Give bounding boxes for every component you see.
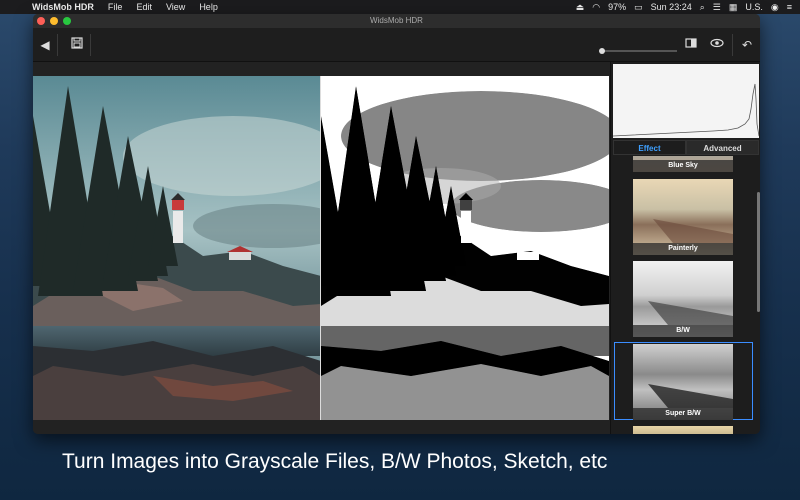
menu-help[interactable]: Help — [199, 2, 218, 12]
menu-view[interactable]: View — [166, 2, 185, 12]
toolbar-divider — [732, 34, 733, 56]
tab-effect[interactable]: Effect — [613, 140, 686, 155]
effect-super-bw[interactable]: Super B/W — [633, 344, 733, 420]
battery-percent[interactable]: 97% — [608, 2, 626, 12]
panel-tabs: Effect Advanced — [613, 140, 759, 155]
menu-bar: WidsMob HDR File Edit View Help ⏏ ◠ 97% … — [0, 0, 800, 14]
app-window: WidsMob HDR ◀ ↶ Effect Advanced Blue Sky… — [33, 14, 760, 434]
effect-label: Painterly — [633, 243, 733, 255]
list-icon[interactable]: ≡ — [787, 2, 792, 12]
menu-app-name[interactable]: WidsMob HDR — [32, 2, 94, 12]
locale-label[interactable]: U.S. — [745, 2, 763, 12]
image-canvas[interactable] — [33, 62, 610, 434]
eject-icon[interactable]: ⏏ — [576, 2, 585, 13]
menu-icon[interactable]: ☰ — [713, 2, 721, 13]
effect-bw[interactable]: B/W — [633, 261, 733, 337]
close-button[interactable] — [37, 17, 45, 25]
effect-list[interactable]: Blue Sky Painterly B/W Super B/W — [611, 156, 760, 434]
original-photo — [33, 76, 321, 420]
effect-next-preview[interactable] — [633, 426, 733, 434]
comparison-divider[interactable] — [320, 76, 321, 420]
effects-panel: Effect Advanced Blue Sky Painterly B/W S… — [610, 62, 760, 434]
title-bar: WidsMob HDR — [33, 14, 760, 28]
effect-list-scrollbar[interactable] — [757, 192, 760, 312]
toolbar: ◀ ↶ — [33, 28, 760, 62]
undo-button[interactable]: ↶ — [737, 28, 757, 62]
save-button[interactable] — [67, 28, 87, 62]
effect-blue-sky[interactable]: Blue Sky — [633, 156, 733, 172]
toolbar-divider — [57, 34, 58, 56]
minimize-button[interactable] — [50, 17, 58, 25]
wifi-icon[interactable]: ◠ — [592, 2, 600, 13]
back-button[interactable]: ◀ — [35, 28, 55, 62]
split-view-button[interactable] — [681, 28, 701, 62]
menu-file[interactable]: File — [108, 2, 123, 12]
flag-icon[interactable]: ▦ — [729, 2, 738, 13]
battery-icon[interactable]: ▭ — [634, 2, 643, 13]
effect-label: Blue Sky — [633, 160, 733, 172]
preview-eye-button[interactable] — [707, 28, 727, 62]
effect-label: B/W — [633, 325, 733, 337]
toolbar-divider — [90, 34, 91, 56]
save-icon — [71, 37, 83, 49]
split-view-icon — [685, 38, 697, 48]
tab-advanced[interactable]: Advanced — [686, 140, 759, 155]
clock[interactable]: Sun 23:24 — [651, 2, 692, 12]
zoom-slider-knob[interactable] — [599, 48, 605, 54]
processed-photo — [321, 76, 609, 420]
window-title: WidsMob HDR — [370, 16, 423, 25]
maximize-button[interactable] — [63, 17, 71, 25]
menu-edit[interactable]: Edit — [136, 2, 152, 12]
zoom-slider[interactable] — [599, 48, 677, 54]
siri-icon[interactable]: ◉ — [771, 2, 779, 13]
promo-caption: Turn Images into Grayscale Files, B/W Ph… — [62, 450, 608, 473]
eye-icon — [710, 38, 724, 48]
histogram — [612, 64, 760, 138]
effect-label: Super B/W — [633, 408, 733, 420]
effect-painterly[interactable]: Painterly — [633, 179, 733, 255]
search-icon[interactable]: ⌕ — [700, 2, 705, 13]
